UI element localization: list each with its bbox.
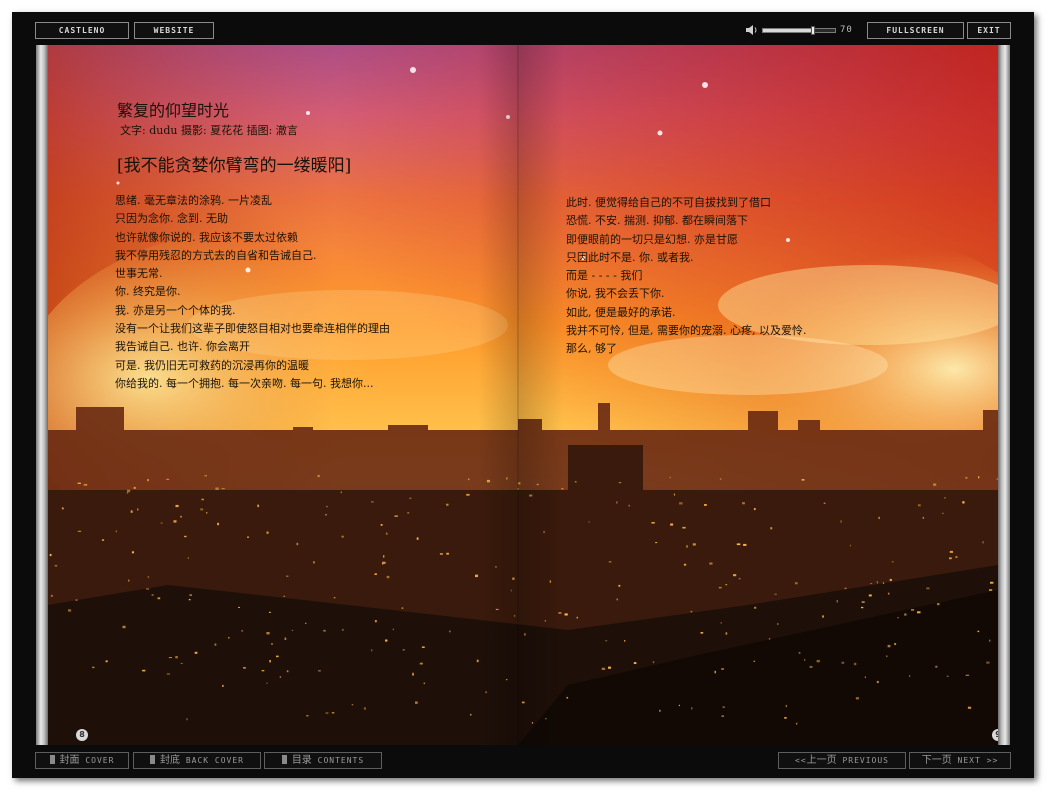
next-button[interactable]: 下一页 NEXT >> <box>909 752 1011 769</box>
text-line: 你. 终究是你. <box>115 285 181 299</box>
left-page: 繁复的仰望时光 文字: dudu 摄影: 夏花花 插图: 澈言 [我不能贪婪你臂… <box>60 45 530 745</box>
cover-button[interactable]: 封面 COVER <box>35 752 129 769</box>
exit-button[interactable]: EXIT <box>967 22 1011 39</box>
cover-square-icon <box>49 755 55 764</box>
text-line: 思绪. 毫无章法的涂鸦. 一片凌乱 <box>115 194 272 207</box>
text-line: 世事无常. <box>115 267 163 281</box>
next-arrow-icon: >> <box>986 756 999 765</box>
previous-label-en: PREVIOUS <box>842 756 889 765</box>
speaker-icon[interactable] <box>745 24 759 36</box>
cover-label-en: COVER <box>85 756 115 765</box>
text-line: 只因为念你. 念到. 无助 <box>115 212 228 226</box>
previous-arrow-icon: << <box>795 756 807 765</box>
magazine-viewer-frame: CASTLENO WEBSITE 70 FULLSCREEN EXIT 繁复的仰… <box>12 12 1034 778</box>
contents-label-cn: 目录 <box>291 755 312 766</box>
volume-slider-track[interactable] <box>762 26 836 35</box>
text-line: 我不停用残忍的方式去的自省和告诫自己. <box>115 248 317 262</box>
previous-label-cn: 上一页 <box>806 755 837 766</box>
text-line: 如此, 便是最好的承诺. <box>566 305 676 319</box>
back-cover-label-en: BACK COVER <box>185 756 244 765</box>
back-cover-label-cn: 封底 <box>160 755 180 766</box>
volume-value: 70 <box>840 25 853 35</box>
cover-label-cn: 封面 <box>59 755 80 766</box>
right-page-text: 此时. 便觉得给自己的不可自拔找到了借口 恐慌. 不安. 揣测. 抑郁. 都在瞬间… <box>566 194 806 359</box>
text-line: 没有一个让我们这辈子即使怒目相对也要牵连相伴的理由 <box>115 322 390 336</box>
page-spread: 繁复的仰望时光 文字: dudu 摄影: 夏花花 插图: 澈言 [我不能贪婪你臂… <box>48 45 998 745</box>
text-line: 而是 ‐ ‐ ‐ ‐ 我们 <box>566 269 643 283</box>
text-line: 你说, 我不会丢下你. <box>566 287 665 301</box>
contents-button[interactable]: 目录 CONTENTS <box>264 752 382 769</box>
open-book: 繁复的仰望时光 文字: dudu 摄影: 夏花花 插图: 澈言 [我不能贪婪你臂… <box>36 45 1010 745</box>
page-stack-left <box>36 45 48 745</box>
page-stack-right <box>998 45 1010 745</box>
text-line: 恐慌. 不安. 揣测. 抑郁. 都在瞬间落下 <box>566 214 748 228</box>
back-cover-square-icon <box>150 755 155 764</box>
back-cover-button[interactable]: 封底 BACK COVER <box>133 752 261 769</box>
fullscreen-label: FULLSCREEN <box>886 26 945 35</box>
next-label-cn: 下一页 <box>921 755 952 766</box>
text-line: 只因此时不是. 你. 或者我. <box>566 250 694 264</box>
page-number-right: 9 <box>992 729 998 741</box>
website-button[interactable]: WEBSITE <box>134 22 214 39</box>
castleno-button[interactable]: CASTLENO <box>35 22 129 39</box>
volume-control[interactable]: 70 <box>740 22 860 39</box>
article-title: 繁复的仰望时光 <box>117 101 230 120</box>
article-subheading: [我不能贪婪你臂弯的一缕暖阳] <box>117 156 352 176</box>
website-label: WEBSITE <box>153 26 195 35</box>
contents-square-icon <box>281 755 287 764</box>
previous-button[interactable]: <<上一页 PREVIOUS <box>778 752 906 769</box>
right-page: 此时. 便觉得给自己的不可自拔找到了借口 恐慌. 不安. 揣测. 抑郁. 都在瞬间… <box>530 45 998 745</box>
exit-label: EXIT <box>977 26 1001 35</box>
text-line: 也许就像你说的. 我应该不要太过依赖 <box>115 230 298 244</box>
text-line: 我告诫自己. 也许. 你会离开 <box>115 340 250 354</box>
next-label-en: NEXT <box>957 756 981 765</box>
text-line: 可是. 我仍旧无可救药的沉浸再你的温暖 <box>115 358 309 372</box>
fullscreen-button[interactable]: FULLSCREEN <box>867 22 964 39</box>
text-line: 你给我的. 每一个拥抱. 每一次亲吻. 每一句. 我想你... <box>115 376 374 390</box>
article-credits: 文字: dudu 摄影: 夏花花 插图: 澈言 <box>120 124 298 137</box>
volume-slider-fill <box>763 29 814 32</box>
castleno-label: CASTLENO <box>58 26 106 35</box>
text-line: 此时. 便觉得给自己的不可自拔找到了借口 <box>566 196 771 209</box>
left-page-text: 思绪. 毫无章法的涂鸦. 一片凌乱 只因为念你. 念到. 无助也许就像你说的. 我… <box>115 192 390 393</box>
text-line: 我. 亦是另一个个体的我. <box>115 303 236 317</box>
volume-slider-thumb[interactable] <box>811 26 816 35</box>
text-line: 我并不可怜, 但是, 需要你的宠溺. 心疼, 以及爱怜. <box>566 324 807 338</box>
contents-label-en: CONTENTS <box>317 756 365 765</box>
text-line: 那么, 够了 <box>566 342 617 356</box>
text-line: 即便眼前的一切只是幻想. 亦是甘愿 <box>566 232 738 246</box>
page-number-left: 8 <box>76 729 88 741</box>
